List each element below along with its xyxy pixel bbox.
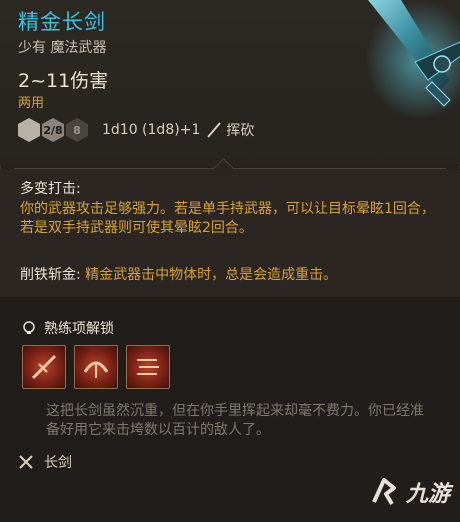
watermark-text: 九游 — [405, 482, 450, 507]
d8-icon: 2/8 — [42, 118, 64, 142]
skill-icon-3[interactable] — [126, 345, 170, 389]
damage-formula: 1d10 (1d8)+1 — [102, 122, 201, 138]
slashing-icon — [207, 122, 222, 138]
flurry-icon — [137, 359, 159, 375]
item-name: 精金长剑 — [18, 10, 106, 34]
special-title: 多变打击: — [20, 181, 81, 197]
watermark-logo-icon — [372, 478, 396, 506]
item-rarity-type: 少有 魔法武器 — [18, 40, 107, 56]
skill-icon-2[interactable] — [74, 345, 118, 389]
lightbulb-icon — [23, 321, 35, 334]
flavor-text: 这把长剑虽然沉重，但在你手里挥起来却毫不费力。你已经准备好用它来击垮数以百计的敌… — [46, 403, 424, 438]
special-desc: 你的武器攻击足够强力。若是单手持武器，可以让目标晕眩1回合，若是双手持武器则可使… — [20, 201, 435, 236]
damage-type: 挥砍 — [226, 123, 255, 139]
d10-icon — [18, 118, 40, 142]
skill-icon-1[interactable] — [22, 345, 66, 389]
sunder-desc: 精金武器击中物体时，总是会造成重击。 — [80, 267, 338, 283]
arc-slash-icon — [83, 361, 109, 378]
swords-icon — [31, 354, 57, 380]
item-damage: 2~11伤害 — [18, 70, 109, 92]
dice-row: 2/8 8 1d10 (1d8)+1 挥砍 — [18, 116, 254, 144]
sunder-line: 削铁斩金: 精金武器击中物体时，总是会造成重击。 — [20, 264, 337, 284]
sunder-label: 削铁斩金: — [20, 267, 81, 283]
item-handedness: 两用 — [18, 96, 45, 111]
weapon-type-row: 长剑 — [18, 452, 72, 472]
weapon-type: 长剑 — [44, 455, 72, 471]
crossed-swords-icon — [19, 455, 33, 469]
sword-image — [365, 0, 460, 120]
watermark: 九游 — [366, 474, 450, 510]
mastery-heading: 熟练项解锁 — [22, 318, 114, 338]
d8-dark-icon: 8 — [66, 118, 88, 142]
item-tooltip: 精金长剑 少有 魔法武器 2~11伤害 两用 2/8 8 1d10 (1d8)+… — [0, 0, 460, 522]
mastery-title: 熟练项解锁 — [44, 321, 114, 337]
mastery-skills — [22, 345, 178, 389]
